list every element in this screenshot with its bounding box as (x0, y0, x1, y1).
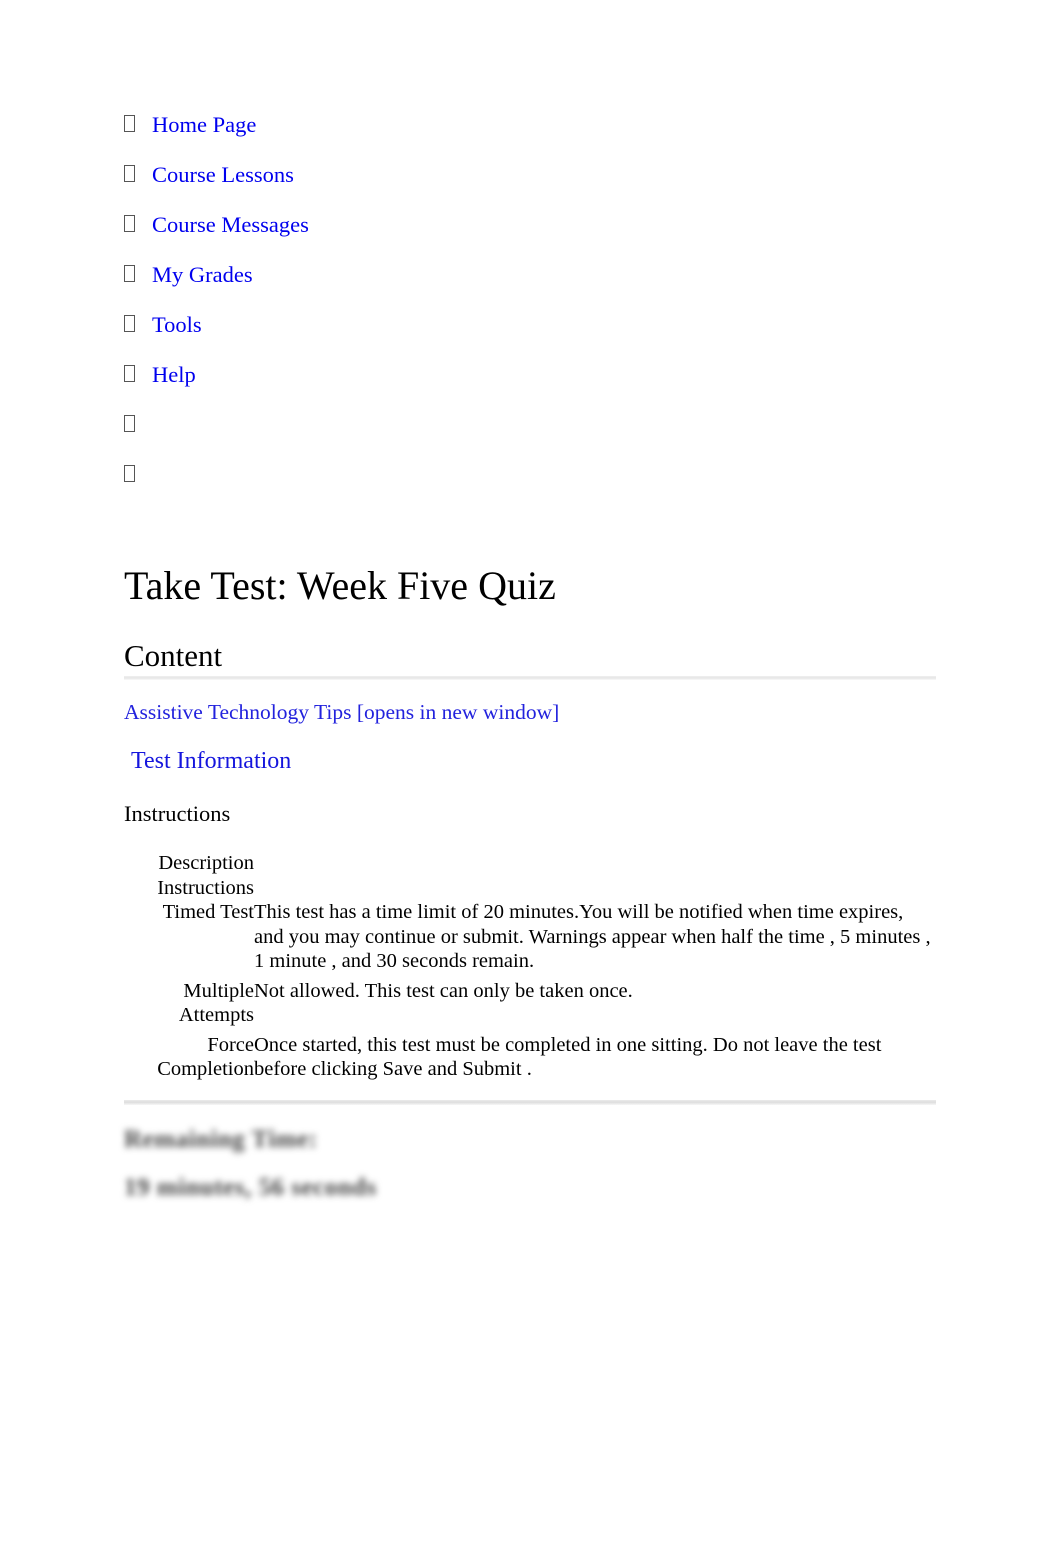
table-row: Description (124, 851, 936, 876)
nav-item-course-lessons[interactable]: Course Lessons (124, 162, 884, 212)
row-label-description: Description (158, 852, 254, 874)
table-row: Force Completion Once started, this test… (124, 1033, 936, 1082)
nav-item-home-page[interactable]: Home Page (124, 112, 884, 162)
nav-item-my-grades[interactable]: My Grades (124, 262, 884, 312)
nav-item-blank-2[interactable] (124, 462, 884, 536)
list-bullet-icon (124, 162, 152, 188)
row-value-multiple-attempts: Not allowed. This test can only be taken… (254, 979, 633, 1002)
nav-link-tools[interactable]: Tools (152, 312, 202, 338)
list-bullet-icon (124, 462, 152, 488)
nav-link-home-page[interactable]: Home Page (152, 112, 256, 138)
row-label-instructions: Instructions (157, 876, 254, 899)
page-title: Take Test: Week Five Quiz (124, 563, 556, 608)
list-bullet-icon (124, 212, 152, 238)
nav-item-tools[interactable]: Tools (124, 312, 884, 362)
content-divider (124, 676, 936, 680)
list-bullet-icon (124, 262, 152, 288)
nav-item-help[interactable]: Help (124, 362, 884, 412)
row-value-instructions (254, 876, 936, 901)
test-information-link[interactable]: Test Information (131, 746, 291, 776)
nav-item-course-messages[interactable]: Course Messages (124, 212, 884, 262)
row-value-force-completion: Once started, this test must be complete… (254, 1033, 882, 1081)
row-label-multiple-attempts: Multiple Attempts (178, 979, 254, 1027)
row-label-timed-test: Timed Test (162, 901, 254, 923)
list-bullet-icon (124, 312, 152, 338)
instructions-heading: Instructions (124, 801, 231, 826)
table-row: Timed Test This test has a time limit of… (124, 900, 936, 974)
row-value-timed-test: This test has a time limit of 20 minutes… (254, 901, 931, 972)
nav-item-blank-1[interactable] (124, 412, 884, 462)
table-row: Multiple Attempts Not allowed. This test… (124, 979, 936, 1028)
remaining-time-label: Remaining Time: (124, 1126, 318, 1153)
instructions-table-divider (124, 1100, 936, 1105)
document-page: Home Page Course Lessons Course Messages… (0, 0, 1062, 1561)
nav-link-course-messages[interactable]: Course Messages (152, 212, 309, 238)
list-bullet-icon (124, 362, 152, 388)
row-value-description (254, 851, 936, 876)
list-bullet-icon (124, 112, 152, 138)
nav-link-my-grades[interactable]: My Grades (152, 262, 253, 288)
test-instructions-table: Description Instructions Timed Test This… (124, 851, 936, 1082)
nav-link-course-lessons[interactable]: Course Lessons (152, 162, 294, 188)
list-bullet-icon (124, 412, 152, 438)
row-label-force-completion: Force Completion (157, 1033, 254, 1081)
course-navigation-list: Home Page Course Lessons Course Messages… (124, 112, 884, 536)
remaining-time-value: 19 minutes, 56 seconds (124, 1174, 377, 1201)
nav-link-help[interactable]: Help (152, 362, 196, 388)
content-heading: Content (124, 638, 223, 673)
table-row: Instructions (124, 876, 936, 901)
assistive-technology-tips-link[interactable]: Assistive Technology Tips [opens in new … (124, 699, 559, 726)
